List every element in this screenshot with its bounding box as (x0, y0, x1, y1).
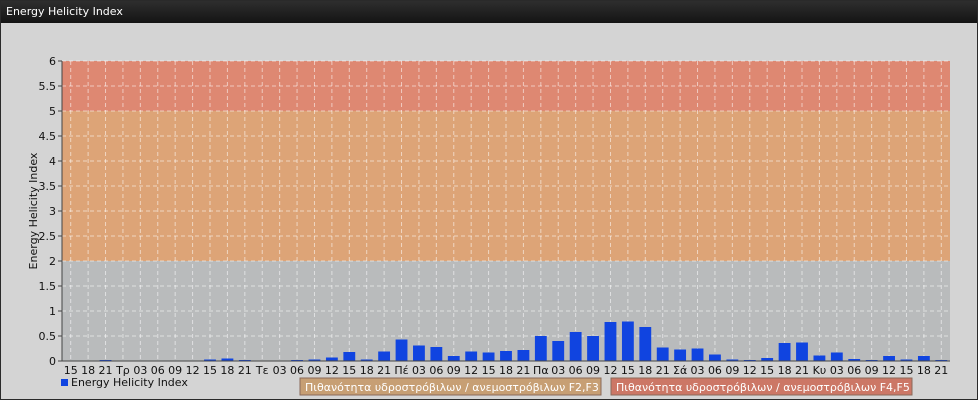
bar (482, 352, 495, 361)
x-tick-label: 12 (464, 364, 478, 377)
bar (778, 343, 791, 361)
bar (813, 355, 826, 361)
bar (465, 351, 478, 361)
x-tick-label: Τε (255, 364, 269, 377)
x-tick-label: 18 (778, 364, 792, 377)
legend-band-label[interactable]: Πιθανότητα υδροστρόβιλων / ανεμοστρόβιλω… (305, 381, 599, 394)
x-tick-label: 12 (882, 364, 896, 377)
y-tick-label: 1.5 (39, 280, 57, 293)
bar (621, 321, 634, 361)
bar (413, 345, 425, 361)
bar (378, 351, 391, 361)
bar (674, 349, 687, 361)
bar (343, 352, 356, 361)
legend-series-swatch (61, 379, 68, 386)
x-tick-label: 15 (760, 364, 774, 377)
bar (569, 332, 582, 361)
bar (430, 347, 443, 361)
x-tick-label: 21 (516, 364, 530, 377)
y-tick-label: 6 (49, 55, 56, 68)
bar (534, 336, 547, 361)
x-tick-label: 15 (342, 364, 356, 377)
legend-band-label[interactable]: Πιθανότητα υδροστρόβιλων / ανεμοστρόβιλω… (616, 381, 910, 394)
y-tick-label: 2 (49, 255, 56, 268)
x-tick-label: 06 (708, 364, 722, 377)
y-tick-label: 0.5 (39, 330, 57, 343)
x-tick-label: 06 (290, 364, 304, 377)
bar (325, 357, 338, 361)
x-tick-label: Πέ (394, 364, 408, 377)
y-tick-label: 4 (49, 155, 56, 168)
x-tick-label: 18 (499, 364, 513, 377)
bar (656, 347, 669, 361)
y-tick-label: 5.5 (39, 80, 57, 93)
y-tick-label: 2.5 (39, 230, 57, 243)
x-tick-label: 03 (273, 364, 287, 377)
bar (447, 356, 460, 361)
bar (604, 322, 617, 361)
x-tick-label: 18 (917, 364, 931, 377)
y-tick-label: 5 (49, 105, 56, 118)
y-tick-label: 3 (49, 205, 56, 218)
chart: 00.511.522.533.544.555.5615 18 21 Τρ 03 06 09 1… (27, 55, 950, 396)
x-tick-label: 15 (482, 364, 496, 377)
bar (796, 342, 808, 361)
x-tick-label: 06 (429, 364, 443, 377)
x-tick-label: 18 (638, 364, 652, 377)
x-tick-label: 12 (603, 364, 617, 377)
x-tick-label: Σά (673, 364, 687, 377)
bar (500, 351, 512, 361)
y-tick-label: 1 (49, 305, 56, 318)
x-tick-label: 21 (934, 364, 948, 377)
y-tick-label: 4.5 (39, 130, 57, 143)
x-tick-label: 18 (220, 364, 234, 377)
x-tick-label: 15 (203, 364, 217, 377)
x-tick-label: 09 (865, 364, 879, 377)
x-tick-label: 09 (586, 364, 600, 377)
x-tick-label: Πα (533, 364, 549, 377)
x-tick-label: 03 (691, 364, 705, 377)
y-tick-label: 0 (49, 355, 56, 368)
bar (830, 352, 843, 361)
bar (883, 356, 895, 361)
x-tick-label: 21 (377, 364, 391, 377)
bar (691, 348, 704, 361)
x-tick-label: 06 (847, 364, 861, 377)
x-tick-label: 09 (725, 364, 739, 377)
bar (552, 341, 565, 361)
title-bar: Energy Helicity Index (1, 1, 977, 23)
x-tick-label: 06 (569, 364, 583, 377)
bar (517, 350, 530, 361)
x-tick-label: 12 (743, 364, 757, 377)
window-title: Energy Helicity Index (6, 5, 123, 18)
x-tick-label: 09 (307, 364, 321, 377)
x-tick-label: 21 (656, 364, 670, 377)
bar (587, 336, 599, 361)
x-tick-label: 21 (238, 364, 252, 377)
x-tick-label: 12 (325, 364, 339, 377)
legend-series-label[interactable]: Energy Helicity Index (71, 376, 188, 389)
x-tick-label: 03 (830, 364, 844, 377)
bar (639, 327, 652, 361)
x-tick-label: 21 (795, 364, 809, 377)
x-tick-label: 15 (621, 364, 635, 377)
x-tick-label: Κυ (813, 364, 827, 377)
chart-window: Energy Helicity Index 0 0.5 1 1.5 2 2.5 3 3.5 4 4… (0, 0, 978, 400)
y-tick-label: 3.5 (39, 180, 57, 193)
x-tick-label: 09 (447, 364, 461, 377)
bar (395, 339, 408, 361)
x-tick-label: 03 (551, 364, 565, 377)
x-tick-label: 15 (899, 364, 913, 377)
x-tick-label: 18 (360, 364, 374, 377)
y-axis-label: Energy Helicity Index (27, 152, 40, 269)
bar (709, 354, 721, 361)
x-tick-label: 03 (412, 364, 426, 377)
bar (917, 356, 930, 361)
